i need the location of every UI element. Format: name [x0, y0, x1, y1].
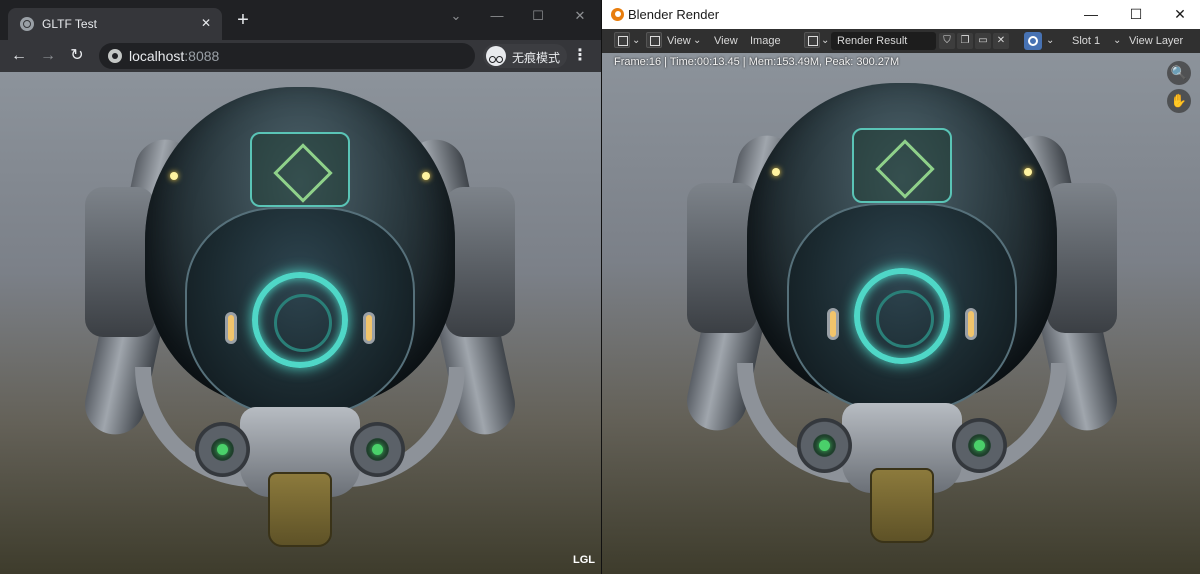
- blender-logo-icon: [611, 8, 624, 21]
- image-mode-icon[interactable]: [646, 32, 662, 48]
- render-stats: Frame:16 | Time:00:13.45 | Mem:153.49M, …: [614, 56, 900, 68]
- unlink-image-icon[interactable]: ✕: [993, 33, 1009, 49]
- helmet-side-right: [1047, 183, 1117, 333]
- blender-window: Blender Render — ☐ ✕ ⌄ View ⌄ View Image…: [601, 0, 1200, 574]
- globe-icon: [20, 17, 34, 31]
- maximize-button[interactable]: ☐: [1126, 5, 1146, 23]
- incognito-icon: [486, 46, 506, 66]
- helmet-pod-right: [350, 422, 405, 477]
- url-text[interactable]: localhost:8088: [129, 48, 219, 64]
- new-tab-button[interactable]: +: [234, 10, 252, 30]
- helmet-light-left: [827, 308, 839, 340]
- helmet-side-right: [445, 187, 515, 337]
- image-browse-icon[interactable]: [804, 32, 820, 48]
- helmet-light-right: [965, 308, 977, 340]
- chrome-window: GLTF Test ✕ + ⌄ — ☐ ✕ ← → ↻ localhost:80…: [0, 0, 601, 574]
- render-view-chevron-icon[interactable]: ⌄: [1046, 32, 1054, 50]
- tab-title: GLTF Test: [42, 17, 97, 31]
- helmet-nozzle: [268, 472, 332, 547]
- view-menu[interactable]: View: [667, 32, 691, 50]
- incognito-badge[interactable]: 无痕模式: [483, 44, 567, 68]
- helmet-render: [681, 73, 1123, 553]
- helmet-lamp-left: [772, 168, 780, 176]
- tab-search-dropdown-icon[interactable]: ⌄: [446, 7, 466, 25]
- helmet-pod-left: [797, 418, 852, 473]
- helmet-lamp-right: [422, 172, 430, 180]
- forward-button[interactable]: →: [38, 46, 58, 66]
- helmet-lamp-right: [1024, 168, 1032, 176]
- site-info-icon[interactable]: [108, 49, 122, 63]
- fake-user-shield-icon[interactable]: ⛉: [939, 33, 955, 49]
- helmet-nozzle: [870, 468, 934, 543]
- helmet-light-right: [363, 312, 375, 344]
- render-view-icon[interactable]: [1024, 32, 1042, 50]
- image-editor-header: ⌄ View ⌄ View Image ⌄ Render Result ⛉ ❐ …: [602, 29, 1200, 53]
- tab-close-icon[interactable]: ✕: [198, 15, 214, 31]
- slot-dropdown[interactable]: Slot 1: [1072, 32, 1100, 50]
- helmet-light-left: [225, 312, 237, 344]
- zoom-icon[interactable]: 🔍: [1167, 61, 1191, 85]
- helmet-pod-right: [952, 418, 1007, 473]
- open-folder-icon[interactable]: ▭: [975, 33, 991, 49]
- chrome-menu-button[interactable]: ⋮: [572, 46, 588, 66]
- helmet-lamp-left: [170, 172, 178, 180]
- view-layer-dropdown[interactable]: View Layer: [1129, 32, 1183, 50]
- back-button[interactable]: ←: [9, 46, 29, 66]
- pan-hand-icon[interactable]: ✋: [1167, 89, 1191, 113]
- browser-toolbar: ← → ↻ localhost:8088 无痕模式 ⋮: [0, 40, 601, 72]
- view-chevron-icon[interactable]: ⌄: [693, 32, 701, 50]
- minimize-button[interactable]: —: [1081, 5, 1101, 23]
- address-bar[interactable]: localhost:8088: [99, 43, 475, 69]
- maximize-button[interactable]: ☐: [528, 7, 548, 25]
- tab-strip: GLTF Test ✕ + ⌄ — ☐ ✕: [0, 0, 601, 40]
- image-menu[interactable]: Image: [750, 32, 781, 50]
- image-browse-chevron-icon[interactable]: ⌄: [821, 32, 829, 50]
- webgl-canvas[interactable]: LGL: [0, 72, 601, 574]
- helmet-top-panel: [250, 132, 350, 207]
- minimize-button[interactable]: —: [487, 7, 507, 25]
- duplicate-image-icon[interactable]: ❐: [957, 33, 973, 49]
- url-port: :8088: [184, 48, 220, 64]
- incognito-label: 无痕模式: [512, 51, 561, 65]
- helmet-glow-ring: [854, 268, 950, 364]
- close-window-button[interactable]: ✕: [1170, 5, 1190, 23]
- editor-type-icon[interactable]: [614, 32, 630, 48]
- image-name-field[interactable]: Render Result: [831, 32, 936, 50]
- slot-chevron-icon[interactable]: ⌄: [1113, 32, 1121, 50]
- reload-button[interactable]: ↻: [67, 46, 87, 66]
- close-window-button[interactable]: ✕: [570, 7, 590, 25]
- editor-type-chevron-icon[interactable]: ⌄: [632, 32, 640, 50]
- helmet-top-panel: [852, 128, 952, 203]
- viewer-badge: LGL: [573, 554, 595, 566]
- blender-titlebar: Blender Render — ☐ ✕: [602, 0, 1200, 29]
- view-menu-secondary[interactable]: View: [714, 32, 738, 50]
- url-host: localhost: [129, 48, 185, 64]
- render-result-view[interactable]: Frame:16 | Time:00:13.45 | Mem:153.49M, …: [602, 53, 1200, 574]
- desktop: GLTF Test ✕ + ⌄ — ☐ ✕ ← → ↻ localhost:80…: [0, 0, 1200, 574]
- helmet-render: [79, 77, 521, 557]
- helmet-glow-ring: [252, 272, 348, 368]
- helmet-pod-left: [195, 422, 250, 477]
- blender-window-title: Blender Render: [628, 7, 720, 22]
- tab-gltf-test[interactable]: GLTF Test ✕: [8, 8, 222, 40]
